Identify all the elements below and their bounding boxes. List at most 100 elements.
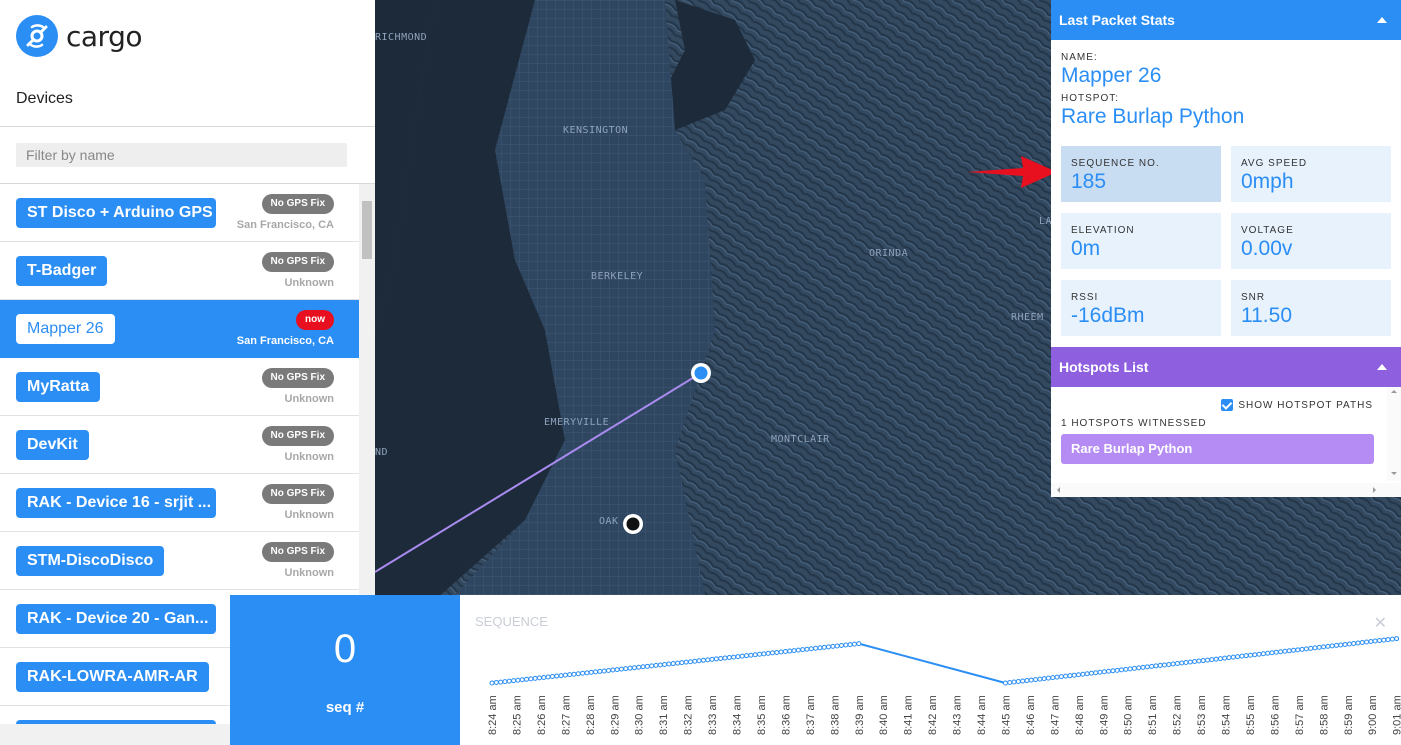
data-point[interactable] — [605, 667, 611, 673]
data-point[interactable] — [1316, 644, 1322, 650]
device-name-button[interactable]: RAK-LOWRA-AMR-AR — [16, 662, 209, 692]
data-point[interactable] — [1359, 640, 1365, 646]
scrollbar-thumb[interactable] — [362, 201, 372, 259]
data-point[interactable] — [1097, 669, 1103, 675]
data-point[interactable] — [1351, 640, 1357, 646]
data-point[interactable] — [856, 641, 862, 647]
data-point[interactable] — [726, 655, 732, 661]
data-point[interactable] — [1321, 644, 1327, 650]
data-point[interactable] — [511, 678, 517, 684]
data-point[interactable] — [1200, 658, 1206, 664]
data-point[interactable] — [718, 655, 724, 661]
data-point[interactable] — [1067, 673, 1073, 679]
data-point[interactable] — [1106, 668, 1112, 674]
data-point[interactable] — [1252, 652, 1258, 658]
data-point[interactable] — [709, 656, 715, 662]
data-point[interactable] — [657, 662, 663, 668]
data-point[interactable] — [1243, 653, 1249, 659]
data-point[interactable] — [1213, 656, 1219, 662]
data-point[interactable] — [636, 664, 642, 670]
data-point[interactable] — [1088, 670, 1094, 676]
data-point[interactable] — [618, 666, 624, 672]
filter-input[interactable] — [16, 143, 347, 167]
data-point[interactable] — [1372, 638, 1378, 644]
data-point[interactable] — [739, 653, 745, 659]
data-point[interactable] — [744, 653, 750, 659]
data-point[interactable] — [1114, 667, 1120, 673]
data-point[interactable] — [808, 646, 814, 652]
checkbox-checked-icon[interactable] — [1221, 399, 1234, 411]
data-point[interactable] — [662, 661, 668, 667]
device-name-button[interactable]: ST Disco + Arduino GPS — [16, 198, 216, 228]
data-point[interactable] — [1174, 660, 1180, 666]
data-point[interactable] — [1136, 665, 1142, 671]
data-point[interactable] — [1368, 639, 1374, 645]
data-point[interactable] — [1144, 664, 1150, 670]
device-row-selected[interactable]: Mapper 26 now San Francisco, CA — [0, 300, 359, 358]
device-row[interactable]: DevKit No GPS Fix Unknown — [0, 416, 359, 474]
data-point[interactable] — [532, 675, 538, 681]
data-point[interactable] — [1222, 655, 1228, 661]
data-point[interactable] — [1329, 643, 1335, 649]
data-point[interactable] — [489, 680, 495, 686]
data-point[interactable] — [627, 665, 633, 671]
data-point[interactable] — [1162, 662, 1168, 668]
data-point[interactable] — [1084, 671, 1090, 677]
data-point[interactable] — [1002, 680, 1008, 686]
data-point[interactable] — [549, 674, 555, 680]
data-point[interactable] — [1166, 661, 1172, 667]
data-point[interactable] — [683, 659, 689, 665]
data-point[interactable] — [1037, 676, 1043, 682]
device-name-button[interactable]: STM-DiscoDisco — [16, 546, 165, 576]
data-point[interactable] — [1011, 679, 1017, 685]
data-point[interactable] — [597, 668, 603, 674]
data-point[interactable] — [493, 680, 499, 686]
logo[interactable]: cargo — [16, 15, 142, 57]
device-row[interactable]: MyRatta No GPS Fix Unknown — [0, 358, 359, 416]
data-point[interactable] — [670, 661, 676, 667]
data-point[interactable] — [1269, 650, 1275, 656]
data-point[interactable] — [502, 679, 508, 685]
data-point[interactable] — [1149, 663, 1155, 669]
data-point[interactable] — [1217, 656, 1223, 662]
data-point[interactable] — [558, 673, 564, 679]
data-point[interactable] — [1024, 678, 1030, 684]
hotspots-panel-header[interactable]: Hotspots List — [1051, 347, 1401, 387]
device-row[interactable]: STM-DiscoDisco No GPS Fix Unknown — [0, 532, 359, 590]
data-point[interactable] — [631, 665, 637, 671]
data-point[interactable] — [1273, 649, 1279, 655]
data-point[interactable] — [1364, 639, 1370, 645]
data-point[interactable] — [1033, 677, 1039, 683]
device-name-button[interactable]: Mapper 26 — [16, 314, 115, 344]
data-point[interactable] — [1204, 657, 1210, 663]
device-name-button[interactable]: RAK - Device 20 - Gan... — [16, 604, 216, 634]
data-point[interactable] — [782, 649, 788, 655]
data-point[interactable] — [575, 671, 581, 677]
data-point[interactable] — [757, 651, 763, 657]
data-point[interactable] — [593, 669, 599, 675]
data-point[interactable] — [830, 643, 836, 649]
data-point[interactable] — [1157, 662, 1163, 668]
data-point[interactable] — [696, 658, 702, 664]
data-point[interactable] — [580, 670, 586, 676]
collapse-caret-icon[interactable] — [1377, 17, 1387, 23]
device-name-button[interactable]: DevKit — [16, 430, 89, 460]
data-point[interactable] — [1381, 637, 1387, 643]
data-point[interactable] — [1179, 660, 1185, 666]
data-point[interactable] — [843, 642, 849, 648]
stats-panel-header[interactable]: Last Packet Stats — [1051, 0, 1401, 40]
data-point[interactable] — [1209, 657, 1215, 663]
data-point[interactable] — [1230, 654, 1236, 660]
data-point[interactable] — [1389, 636, 1395, 642]
data-point[interactable] — [791, 648, 797, 654]
data-point[interactable] — [1192, 659, 1198, 665]
data-point[interactable] — [1290, 647, 1296, 653]
data-point[interactable] — [1226, 655, 1232, 661]
data-point[interactable] — [614, 667, 620, 673]
data-point[interactable] — [774, 649, 780, 655]
data-point[interactable] — [778, 649, 784, 655]
data-point[interactable] — [1007, 680, 1013, 686]
data-point[interactable] — [1101, 669, 1107, 675]
data-point[interactable] — [498, 679, 504, 685]
hotspots-horizontal-scrollbar[interactable] — [1051, 483, 1401, 497]
